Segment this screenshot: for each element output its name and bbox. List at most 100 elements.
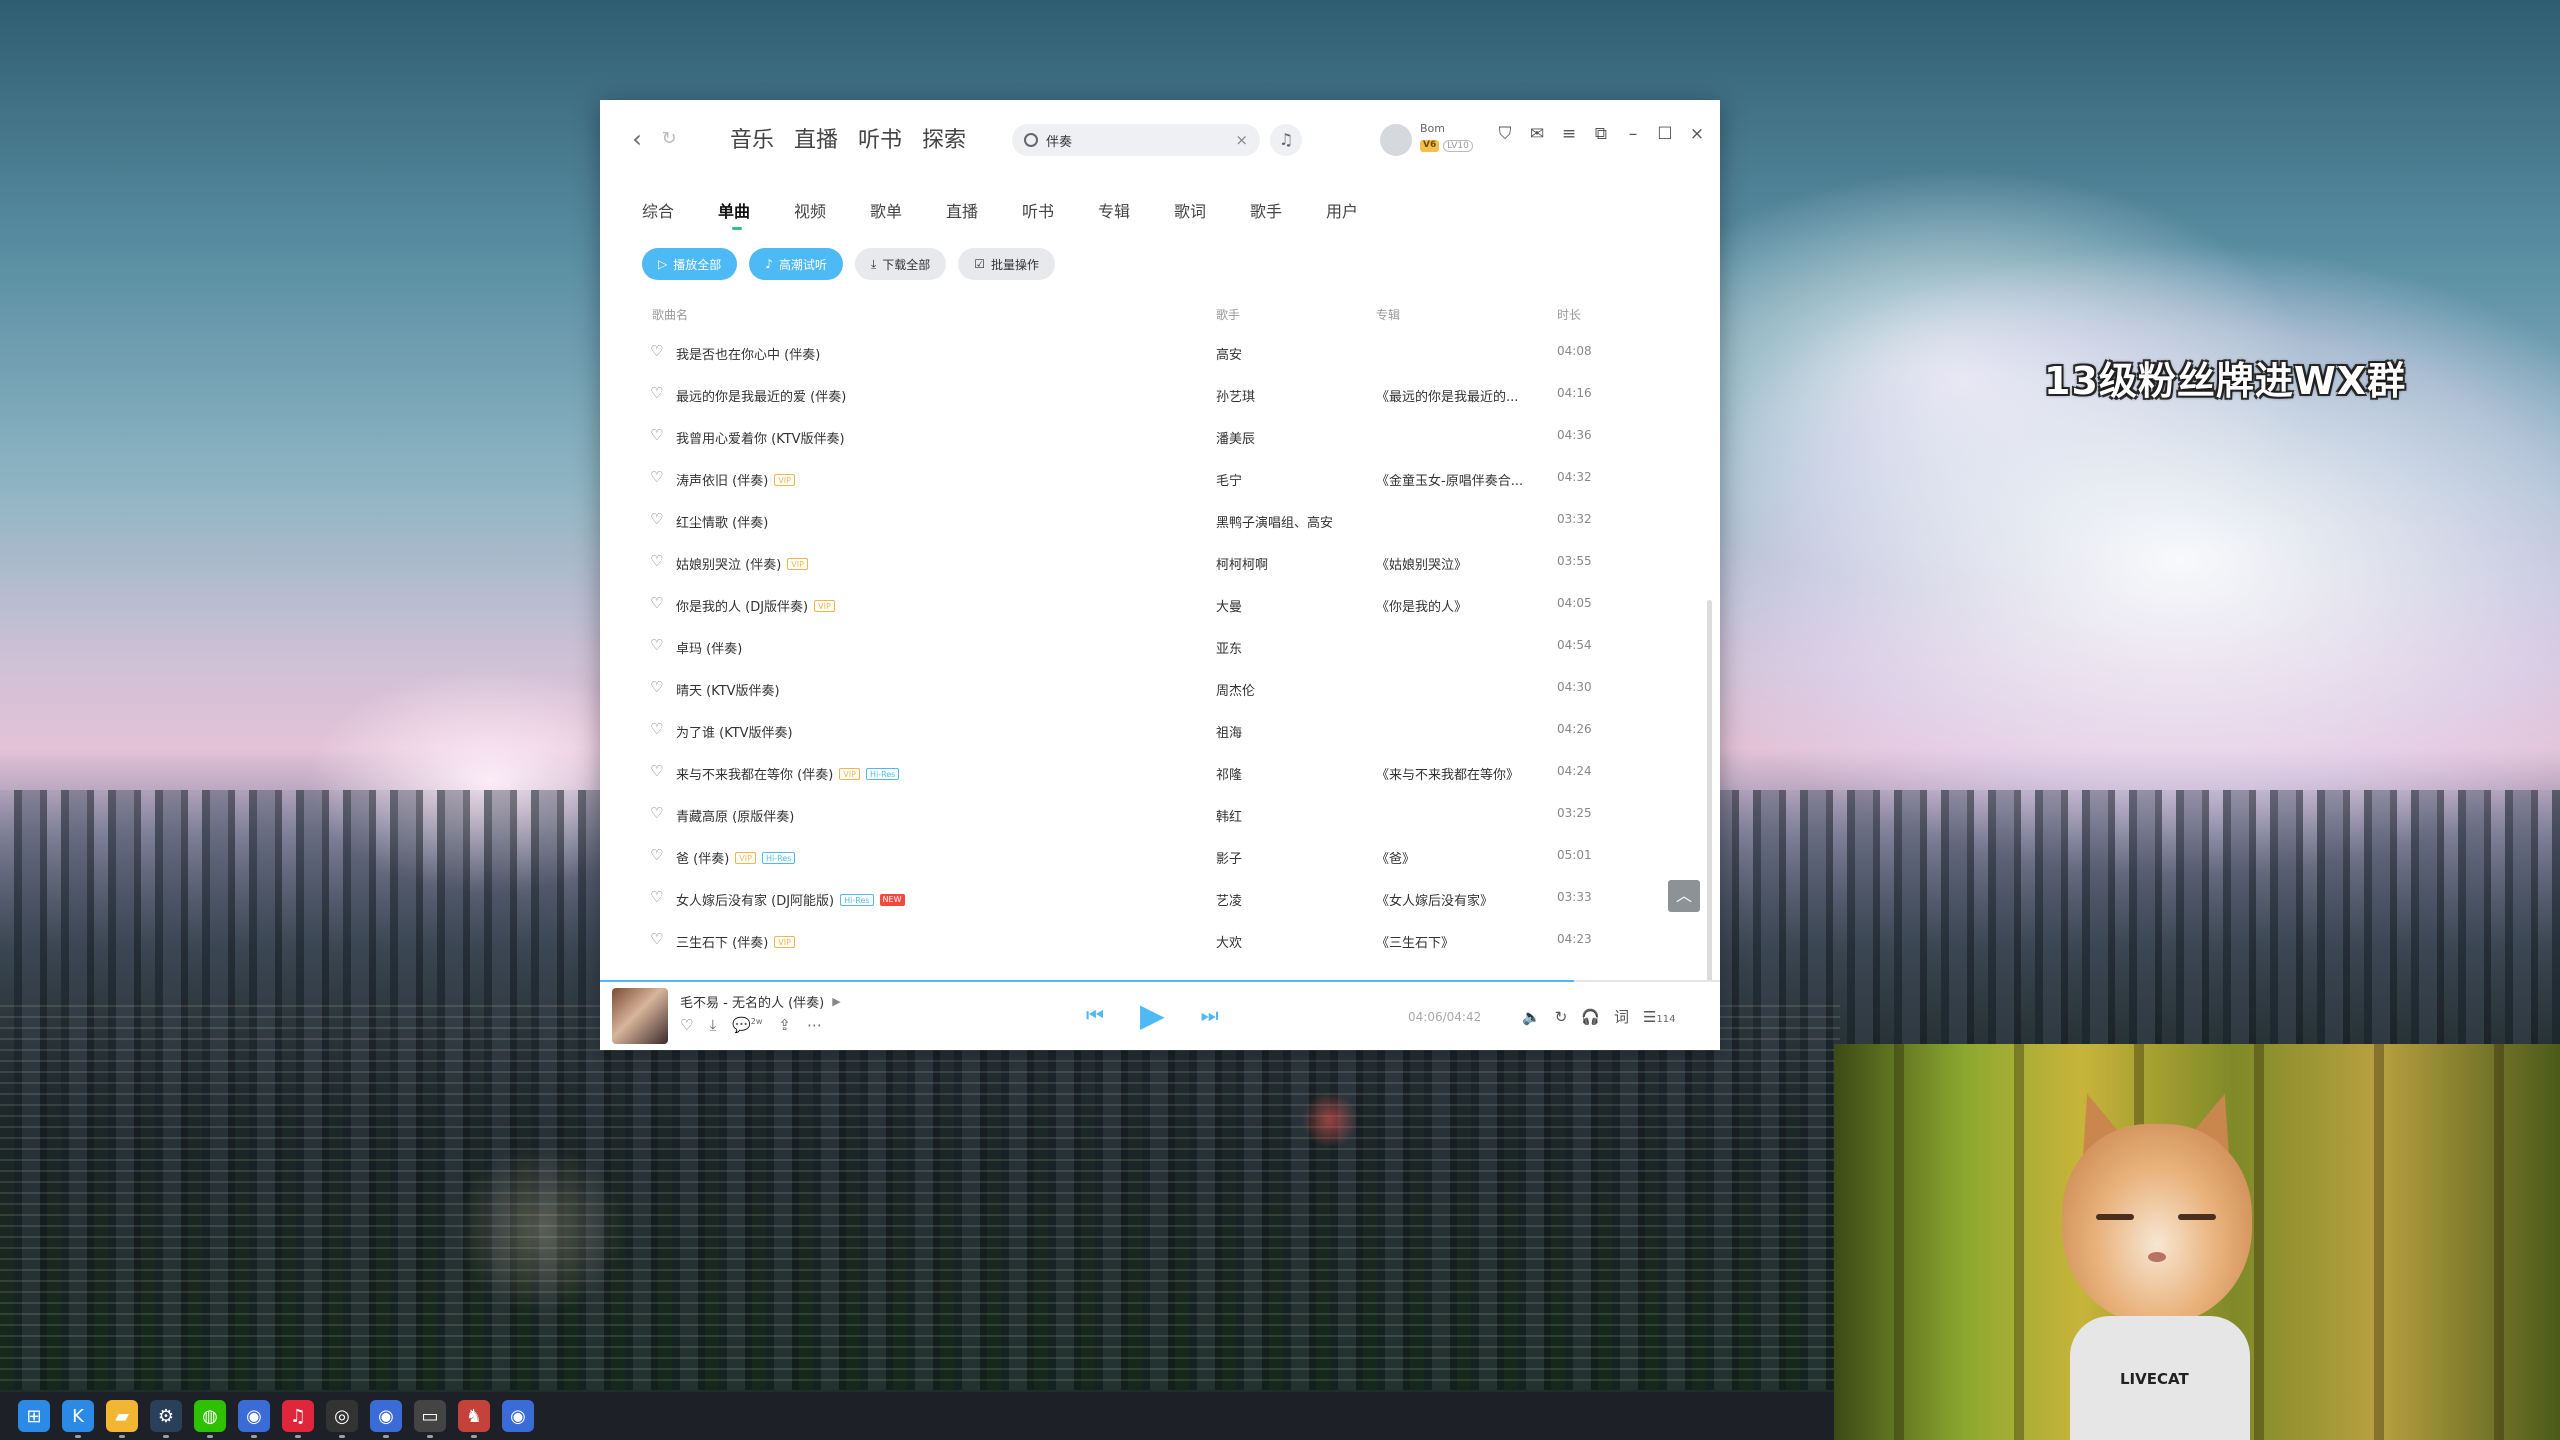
like-heart-icon[interactable]: ♡ [650, 846, 663, 864]
song-title[interactable]: 来与不来我都在等你 (伴奏) [676, 764, 833, 783]
song-artist[interactable]: 祖海 [1216, 722, 1242, 741]
col-title[interactable]: 歌曲名 [652, 306, 688, 323]
song-title-cell[interactable]: 最远的你是我最近的爱 (伴奏) [676, 386, 846, 405]
song-artist[interactable]: 影子 [1216, 848, 1242, 867]
batch-button[interactable]: ☑ 批量操作 [958, 248, 1056, 280]
next-icon[interactable]: ⏭ [1201, 1003, 1219, 1027]
play-icon[interactable]: ▶ [1140, 996, 1165, 1034]
song-title[interactable]: 最远的你是我最近的爱 (伴奏) [676, 386, 846, 405]
highlight-preview-button[interactable]: ♪ 高潮试听 [749, 248, 843, 280]
song-artist[interactable]: 大曼 [1216, 596, 1242, 615]
song-row[interactable]: ♡ 你是我的人 (DJ版伴奏) VIP 大曼 《你是我的人》 04:05 [600, 584, 1700, 626]
like-heart-icon[interactable]: ♡ [650, 384, 663, 402]
wechat-icon[interactable]: ◍ [194, 1400, 226, 1438]
song-album[interactable]: 《爸》 [1376, 848, 1415, 867]
song-title-cell[interactable]: 我曾用心爱着你 (KTV版伴奏) [676, 428, 845, 447]
song-title-cell[interactable]: 我是否也在你心中 (伴奏) [676, 344, 820, 363]
mail-icon[interactable]: ✉ [1528, 124, 1546, 144]
song-artist[interactable]: 潘美辰 [1216, 428, 1255, 447]
song-title-cell[interactable]: 涛声依旧 (伴奏) VIP [676, 470, 795, 489]
play-all-button[interactable]: ▷ 播放全部 [642, 248, 738, 280]
tab-artists[interactable]: 歌手 [1250, 198, 1326, 222]
play-mode-icon[interactable]: ↻ [1555, 1008, 1568, 1026]
song-title[interactable]: 三生石下 (伴奏) [676, 932, 768, 951]
netease-music-icon[interactable]: ♫ [282, 1400, 314, 1438]
song-title[interactable]: 我是否也在你心中 (伴奏) [676, 344, 820, 363]
song-row[interactable]: ♡ 姑娘别哭泣 (伴奏) VIP 柯柯柯啊 《姑娘别哭泣》 03:55 [600, 542, 1700, 584]
tab-live[interactable]: 直播 [946, 198, 1022, 222]
mini-mode-icon[interactable]: ⧉ [1592, 124, 1610, 144]
song-title-cell[interactable]: 女人嫁后没有家 (DJ阿能版) Hi-Res NEW [676, 890, 905, 909]
like-heart-icon[interactable]: ♡ [650, 678, 663, 696]
col-duration[interactable]: 时长 [1557, 306, 1581, 323]
tab-videos[interactable]: 视频 [794, 198, 870, 222]
nav-explore[interactable]: 探索 [922, 122, 966, 154]
obs-icon[interactable]: ◎ [326, 1400, 358, 1438]
username[interactable]: Bom [1420, 122, 1445, 135]
song-title-cell[interactable]: 晴天 (KTV版伴奏) [676, 680, 780, 699]
song-row[interactable]: ♡ 来与不来我都在等你 (伴奏) VIP Hi-Res 祁隆 《来与不来我都在等你》 04:… [600, 752, 1700, 794]
like-heart-icon[interactable]: ♡ [650, 552, 663, 570]
song-artist[interactable]: 艺凌 [1216, 890, 1242, 909]
terminal-icon[interactable]: ▭ [414, 1400, 446, 1438]
nav-audiobook[interactable]: 听书 [858, 122, 902, 154]
close-icon[interactable]: × [1688, 124, 1706, 144]
like-heart-icon[interactable]: ♡ [650, 804, 663, 822]
steam-icon[interactable]: ⚙ [150, 1400, 182, 1438]
tab-lyrics[interactable]: 歌词 [1174, 198, 1250, 222]
app-icon[interactable]: ◉ [502, 1400, 534, 1432]
refresh-icon[interactable]: ↻ [654, 124, 684, 154]
song-row[interactable]: ♡ 涛声依旧 (伴奏) VIP 毛宁 《金童玉女-原唱伴奏合... 04:32 [600, 458, 1700, 500]
progress-bar[interactable] [600, 980, 1720, 982]
song-album[interactable]: 《你是我的人》 [1376, 596, 1467, 615]
like-heart-icon[interactable]: ♡ [650, 888, 663, 906]
like-heart-icon[interactable]: ♡ [650, 636, 663, 654]
tab-users[interactable]: 用户 [1326, 198, 1402, 222]
like-heart-icon[interactable]: ♡ [650, 510, 663, 528]
like-heart-icon[interactable]: ♡ [650, 426, 663, 444]
level-badge[interactable]: LV10 [1443, 140, 1473, 152]
lyrics-toggle[interactable]: 词 [1614, 1006, 1629, 1027]
maximize-icon[interactable]: ☐ [1656, 124, 1674, 144]
song-title[interactable]: 我曾用心爱着你 (KTV版伴奏) [676, 428, 845, 447]
song-title-cell[interactable]: 青藏高原 (原版伴奏) [676, 806, 794, 825]
tab-audiobooks[interactable]: 听书 [1022, 198, 1098, 222]
now-playing[interactable]: 毛不易 - 无名的人 (伴奏) ▶ [680, 992, 841, 1011]
song-artist[interactable]: 孙艺琪 [1216, 386, 1255, 405]
song-artist[interactable]: 大欢 [1216, 932, 1242, 951]
song-title-cell[interactable]: 卓玛 (伴奏) [676, 638, 742, 657]
tab-albums[interactable]: 专辑 [1098, 198, 1174, 222]
tab-playlists[interactable]: 歌单 [870, 198, 946, 222]
minimize-icon[interactable]: – [1624, 124, 1642, 144]
song-row[interactable]: ♡ 我曾用心爱着你 (KTV版伴奏) 潘美辰 04:36 [600, 416, 1700, 458]
song-artist[interactable]: 韩红 [1216, 806, 1242, 825]
song-title-cell[interactable]: 为了谁 (KTV版伴奏) [676, 722, 793, 741]
song-artist[interactable]: 高安 [1216, 344, 1242, 363]
skin-shirt-icon[interactable]: ⛉ [1496, 124, 1514, 144]
windows-start-icon[interactable]: ⊞ [18, 1400, 50, 1432]
search-input[interactable] [1046, 132, 1228, 148]
song-title-cell[interactable]: 三生石下 (伴奏) VIP [676, 932, 795, 951]
like-heart-icon[interactable]: ♡ [680, 1016, 693, 1034]
song-title-cell[interactable]: 爸 (伴奏) VIP Hi-Res [676, 848, 796, 867]
like-heart-icon[interactable]: ♡ [650, 468, 663, 486]
share-icon[interactable]: ⇪ [778, 1016, 791, 1034]
album-cover[interactable] [612, 988, 668, 1044]
app-icon[interactable]: ◉ [238, 1400, 270, 1438]
song-artist[interactable]: 黑鸭子演唱组、高安 [1216, 512, 1333, 531]
song-row[interactable]: ♡ 我是否也在你心中 (伴奏) 高安 04:08 [600, 332, 1700, 374]
clear-search-icon[interactable]: × [1235, 131, 1248, 149]
back-arrow-icon[interactable]: ‹ [622, 124, 652, 154]
song-title-cell[interactable]: 你是我的人 (DJ版伴奏) VIP [676, 596, 835, 615]
song-album[interactable]: 《女人嫁后没有家》 [1376, 890, 1493, 909]
song-row[interactable]: ♡ 红尘情歌 (伴奏) 黑鸭子演唱组、高安 03:32 [600, 500, 1700, 542]
game-icon[interactable]: ♞ [458, 1400, 490, 1438]
scroll-to-top-button[interactable]: ︿ [1668, 880, 1700, 912]
song-title[interactable]: 卓玛 (伴奏) [676, 638, 742, 657]
song-artist[interactable]: 周杰伦 [1216, 680, 1255, 699]
scrollbar[interactable] [1707, 600, 1712, 1040]
song-title[interactable]: 女人嫁后没有家 (DJ阿能版) [676, 890, 834, 909]
comment-icon[interactable]: 💬2w [732, 1016, 762, 1034]
download-all-button[interactable]: ⤓ 下载全部 [854, 248, 947, 280]
song-row[interactable]: ♡ 女人嫁后没有家 (DJ阿能版) Hi-Res NEW 艺凌 《女人嫁后没有家》 03:3… [600, 878, 1700, 920]
